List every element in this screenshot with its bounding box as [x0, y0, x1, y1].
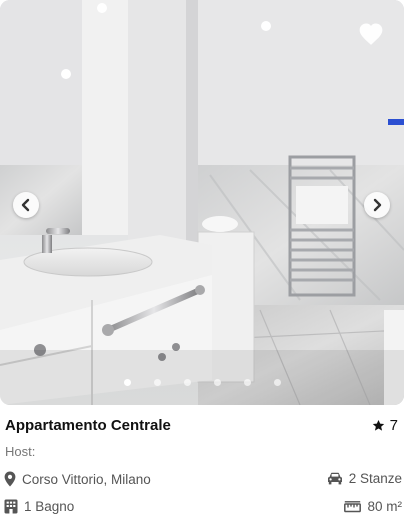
bathroom-image	[0, 0, 404, 405]
carousel-dot[interactable]	[153, 379, 161, 386]
chevron-right-icon	[373, 198, 382, 212]
building-icon	[4, 499, 18, 514]
carousel-dot[interactable]	[183, 379, 191, 386]
carousel-prev-button[interactable]	[13, 192, 39, 218]
listing-photo[interactable]	[0, 0, 404, 405]
favorite-button[interactable]	[358, 22, 384, 46]
rating: 7	[372, 417, 398, 434]
car-icon	[327, 472, 343, 485]
listing-title[interactable]: Appartamento Centrale	[5, 417, 171, 434]
ruler-icon	[344, 500, 362, 513]
area: 80 m²	[344, 499, 402, 514]
listing-card[interactable]: Appartamento Centrale 7 Host: Corso Vitt…	[0, 0, 404, 518]
location-text: Corso Vittorio, Milano	[22, 471, 151, 487]
carousel-next-button[interactable]	[364, 192, 390, 218]
carousel-dot[interactable]	[213, 379, 221, 386]
bathrooms-text: 1 Bagno	[24, 499, 75, 514]
star-icon	[372, 419, 384, 431]
carousel-dot[interactable]	[273, 379, 281, 386]
rooms: 2 Stanze	[327, 471, 402, 486]
bathrooms: 1 Bagno	[4, 499, 74, 514]
rating-value: 7	[389, 417, 398, 434]
chevron-left-icon	[21, 198, 30, 212]
location: Corso Vittorio, Milano	[4, 471, 151, 487]
carousel-dots	[0, 379, 404, 386]
rooms-text: 2 Stanze	[348, 471, 402, 486]
host-label: Host:	[5, 444, 36, 459]
carousel-dot[interactable]	[243, 379, 251, 386]
carousel-dot[interactable]	[123, 379, 131, 386]
area-text: 80 m²	[367, 499, 402, 514]
map-pin-icon	[4, 471, 16, 487]
heart-icon	[359, 23, 383, 45]
